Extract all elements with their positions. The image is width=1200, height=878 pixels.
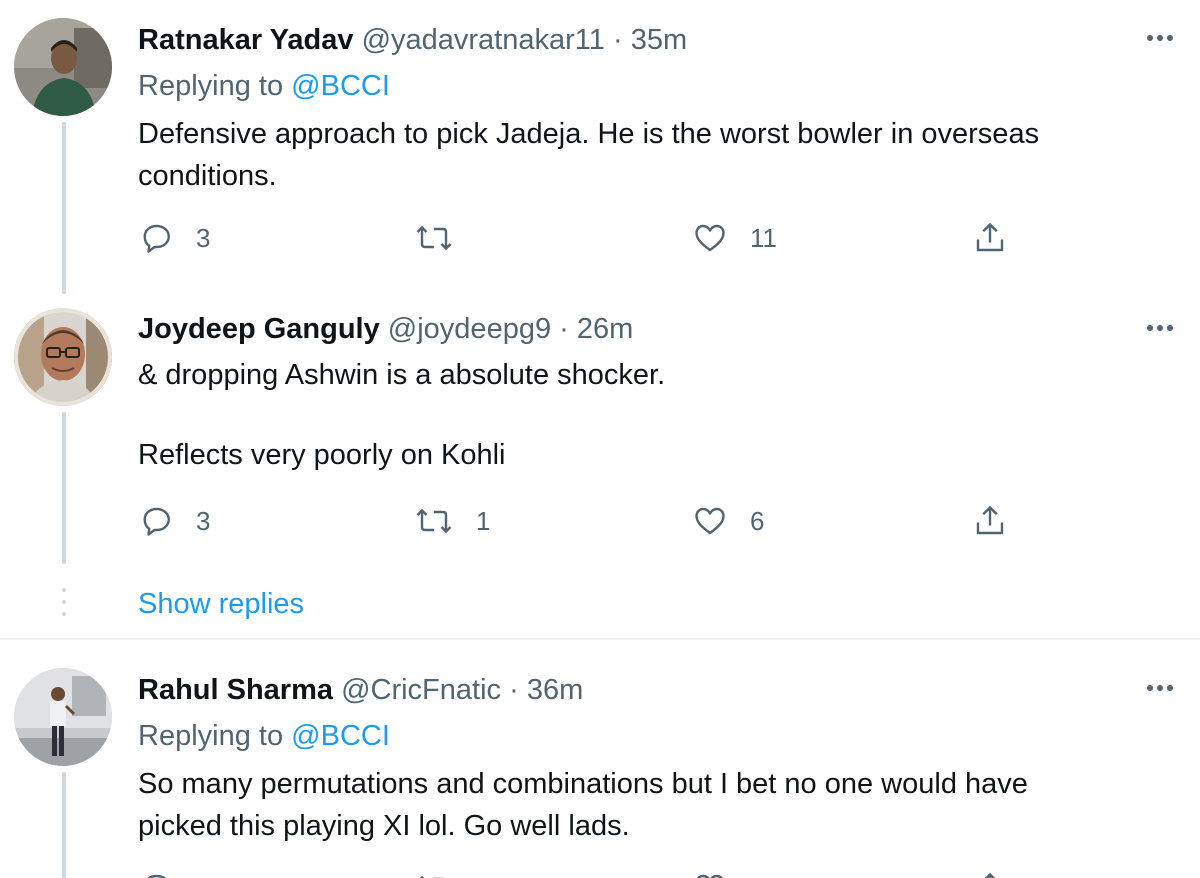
tweet-text-line: & dropping Ashwin is a absolute shocker.	[138, 359, 666, 391]
divider	[0, 638, 1200, 640]
tweet-header: Joydeep Ganguly @joydeepg9 · 26m	[138, 311, 633, 347]
more-icon[interactable]	[1142, 28, 1178, 48]
more-icon[interactable]	[1142, 678, 1178, 698]
retweet-icon	[414, 870, 454, 878]
tweet-text: Defensive approach to pick Jadeja. He is…	[138, 113, 1138, 197]
tweet-header: Rahul Sharma @CricFnatic · 36m	[138, 672, 583, 708]
like-count: 11	[750, 222, 777, 253]
avatar[interactable]	[14, 18, 112, 116]
tweet-text-line: So many permutations and combinations bu…	[138, 768, 1028, 800]
like-button[interactable]: 11	[692, 216, 777, 260]
user-handle[interactable]: @yadavratnakar11	[362, 24, 605, 56]
separator-dot: ·	[612, 24, 623, 56]
retweet-icon	[414, 220, 454, 256]
heart-icon	[692, 220, 728, 256]
reply-button[interactable]: 3	[138, 499, 210, 543]
tweet-text-line: Reflects very poorly on Kohli	[138, 439, 506, 471]
reply-icon	[138, 870, 174, 878]
share-icon	[972, 503, 1008, 539]
reply-thread: Ratnakar Yadav @yadavratnakar11 · 35m Re…	[0, 0, 1200, 878]
timestamp[interactable]: 26m	[577, 313, 633, 345]
heart-icon	[692, 503, 728, 539]
display-name[interactable]: Joydeep Ganguly	[138, 313, 380, 345]
tweet-joydeep-ganguly[interactable]: Joydeep Ganguly @joydeepg9 · 26m & dropp…	[0, 300, 1200, 580]
mention-link[interactable]: @BCCI	[291, 720, 390, 752]
thread-line	[62, 412, 66, 564]
tweet-actions: 3 1 6	[138, 499, 1038, 543]
retweet-icon	[414, 503, 454, 539]
display-name[interactable]: Ratnakar Yadav	[138, 24, 354, 56]
mention-link[interactable]: @BCCI	[291, 70, 390, 102]
tweet-rahul-sharma[interactable]: Rahul Sharma @CricFnatic · 36m Replying …	[0, 650, 1200, 878]
more-icon[interactable]	[1142, 318, 1178, 338]
like-button[interactable]	[692, 866, 728, 878]
tweet-text-line: conditions.	[138, 160, 277, 192]
share-icon	[972, 870, 1008, 878]
tweet-text-line	[138, 395, 1138, 435]
separator-dot: ·	[509, 674, 519, 706]
reply-button[interactable]: 3	[138, 216, 210, 260]
user-handle[interactable]: @CricFnatic	[341, 674, 501, 706]
heart-icon	[692, 870, 728, 878]
tweet-text: & dropping Ashwin is a absolute shocker.…	[138, 355, 1138, 475]
separator-dot: ·	[559, 313, 569, 345]
retweet-button[interactable]	[414, 866, 454, 878]
retweet-button[interactable]	[414, 216, 476, 260]
reply-count: 3	[196, 505, 211, 536]
tweet-actions	[138, 866, 1038, 878]
show-replies-link[interactable]: Show replies	[138, 586, 304, 622]
retweet-button[interactable]: 1	[414, 499, 490, 543]
timestamp[interactable]: 35m	[631, 24, 687, 56]
thread-dots	[62, 584, 66, 624]
share-button[interactable]	[972, 499, 1008, 543]
display-name[interactable]: Rahul Sharma	[138, 674, 333, 706]
replying-to: Replying to @BCCI	[138, 718, 390, 754]
reply-button[interactable]	[138, 866, 174, 878]
reply-icon	[138, 503, 174, 539]
timestamp[interactable]: 36m	[527, 674, 583, 706]
retweet-count: 1	[476, 505, 491, 536]
reply-icon	[138, 220, 174, 256]
like-count: 6	[750, 505, 765, 536]
replying-to: Replying to @BCCI	[138, 68, 390, 104]
replying-prefix: Replying to	[138, 720, 284, 752]
like-button[interactable]: 6	[692, 499, 764, 543]
tweet-header: Ratnakar Yadav @yadavratnakar11 · 35m	[138, 22, 687, 58]
tweet-text-line: picked this playing XI lol. Go well lads…	[138, 810, 630, 842]
tweet-actions: 3 11	[138, 216, 1038, 260]
share-icon	[972, 220, 1008, 256]
reply-count: 3	[196, 222, 211, 253]
tweet-text-line: Defensive approach to pick Jadeja. He is…	[138, 118, 1040, 150]
share-button[interactable]	[972, 216, 1008, 260]
thread-line	[62, 122, 66, 294]
avatar[interactable]	[14, 308, 112, 406]
avatar[interactable]	[14, 668, 112, 766]
tweet-text: So many permutations and combinations bu…	[138, 763, 1138, 847]
user-handle[interactable]: @joydeepg9	[388, 313, 551, 345]
tweet-ratnakar-yadav[interactable]: Ratnakar Yadav @yadavratnakar11 · 35m Re…	[0, 0, 1200, 300]
share-button[interactable]	[972, 866, 1008, 878]
thread-line	[62, 772, 66, 878]
replying-prefix: Replying to	[138, 70, 284, 102]
